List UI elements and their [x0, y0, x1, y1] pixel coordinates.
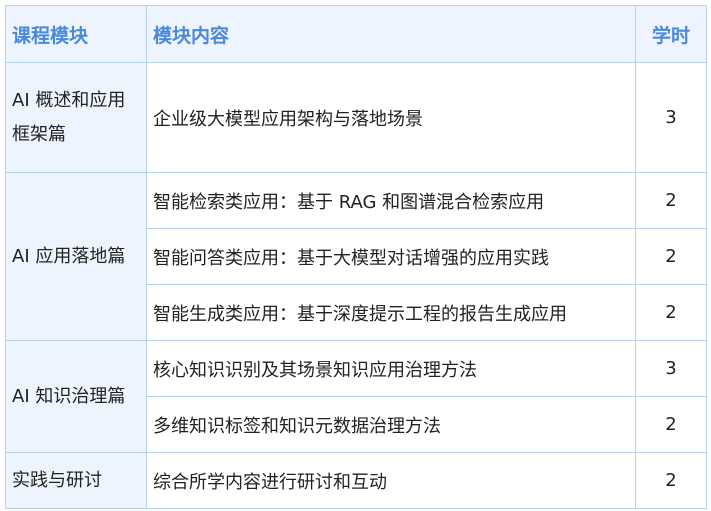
module-content: 智能检索类应用：基于 RAG 和图谱混合检索应用	[146, 172, 636, 229]
module-content: 智能问答类应用：基于大模型对话增强的应用实践	[146, 228, 636, 285]
module-hours: 2	[635, 452, 707, 509]
module-content: 核心知识识别及其场景知识应用治理方法	[146, 340, 636, 397]
module-content: 企业级大模型应用架构与落地场景	[146, 62, 636, 173]
module-hours: 3	[635, 62, 707, 173]
header-hours: 学时	[635, 5, 707, 63]
header-module: 课程模块	[5, 5, 147, 63]
course-table: 课程模块 模块内容 学时 AI 概述和应用框架篇 企业级大模型应用架构与落地场景…	[5, 5, 707, 509]
module-content: 智能生成类应用：基于深度提示工程的报告生成应用	[146, 284, 636, 341]
module-name: AI 知识治理篇	[5, 340, 147, 453]
module-content: 多维知识标签和知识元数据治理方法	[146, 396, 636, 453]
module-name: AI 概述和应用框架篇	[5, 62, 147, 173]
table-row: 实践与研讨 综合所学内容进行研讨和互动 2	[5, 452, 707, 509]
module-hours: 2	[635, 172, 707, 229]
table-row: AI 应用落地篇 智能检索类应用：基于 RAG 和图谱混合检索应用 2	[5, 172, 707, 341]
header-content: 模块内容	[146, 5, 636, 63]
module-content: 综合所学内容进行研讨和互动	[146, 452, 636, 509]
module-hours: 2	[635, 396, 707, 453]
table-row: AI 概述和应用框架篇 企业级大模型应用架构与落地场景 3	[5, 62, 707, 173]
module-name: 实践与研讨	[5, 452, 147, 509]
module-hours: 3	[635, 340, 707, 397]
table-header-row: 课程模块 模块内容 学时	[5, 5, 707, 63]
module-hours: 2	[635, 228, 707, 285]
module-name: AI 应用落地篇	[5, 172, 147, 341]
table-row: AI 知识治理篇 核心知识识别及其场景知识应用治理方法 3	[5, 340, 707, 453]
module-hours: 2	[635, 284, 707, 341]
